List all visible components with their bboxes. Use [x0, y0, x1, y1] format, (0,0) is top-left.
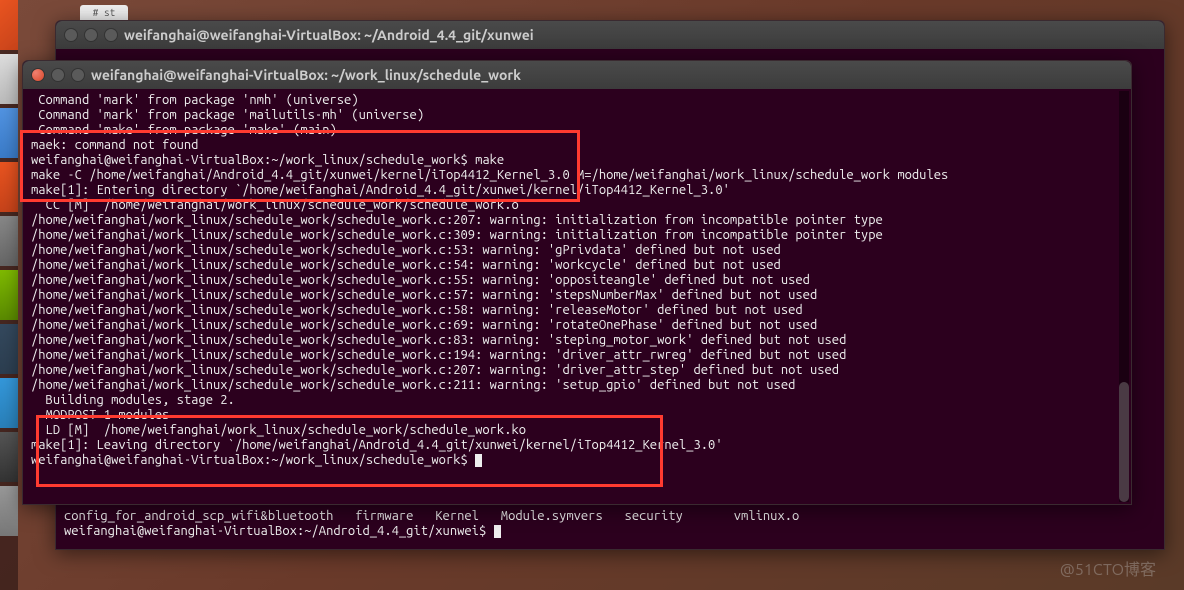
term-line: Building modules, stage 2.	[31, 393, 235, 407]
term-line: /home/weifanghai/work_linux/schedule_wor…	[31, 303, 803, 317]
term-line: /home/weifanghai/work_linux/schedule_wor…	[31, 273, 810, 287]
term-line: make[1]: Leaving directory `/home/weifan…	[31, 438, 723, 452]
terminal-content-back[interactable]: config_for_android_scp_wifi&bluetooth fi…	[64, 509, 1156, 539]
cursor-icon	[494, 525, 501, 538]
launcher-item[interactable]	[0, 432, 18, 482]
titlebar-back[interactable]: weifanghai@weifanghai-VirtualBox: ~/Andr…	[56, 21, 1164, 49]
launcher-item[interactable]	[0, 216, 18, 266]
window-title-back: weifanghai@weifanghai-VirtualBox: ~/Andr…	[124, 27, 534, 43]
launcher-item[interactable]	[0, 162, 18, 212]
minimize-icon[interactable]	[84, 28, 98, 42]
terminal-window-front[interactable]: weifanghai@weifanghai-VirtualBox: ~/work…	[22, 60, 1132, 505]
prompt-back: weifanghai@weifanghai-VirtualBox:~/Andro…	[64, 524, 494, 538]
launcher-item[interactable]	[0, 108, 18, 158]
terminal-content-front[interactable]: Command 'mark' from package 'nmh' (unive…	[23, 89, 1131, 472]
cursor-icon	[475, 454, 482, 467]
launcher-item[interactable]	[0, 54, 18, 104]
maximize-icon[interactable]	[104, 28, 118, 42]
term-line: /home/weifanghai/work_linux/schedule_wor…	[31, 258, 781, 272]
term-line: /home/weifanghai/work_linux/schedule_wor…	[31, 288, 817, 302]
term-line: /home/weifanghai/work_linux/schedule_wor…	[31, 348, 846, 362]
launcher-item[interactable]	[0, 486, 18, 536]
unity-launcher[interactable]	[0, 0, 18, 590]
close-icon[interactable]	[31, 68, 45, 82]
term-line: make[1]: Entering directory `/home/weifa…	[31, 183, 730, 197]
term-line: /home/weifanghai/work_linux/schedule_wor…	[31, 363, 839, 377]
launcher-item[interactable]	[0, 378, 18, 428]
titlebar-front[interactable]: weifanghai@weifanghai-VirtualBox: ~/work…	[23, 61, 1131, 89]
term-line: /home/weifanghai/work_linux/schedule_wor…	[31, 228, 883, 242]
term-line: CC [M] /home/weifanghai/work_linux/sched…	[31, 198, 519, 212]
maximize-icon[interactable]	[71, 68, 85, 82]
minimize-icon[interactable]	[51, 68, 65, 82]
term-line: /home/weifanghai/work_linux/schedule_wor…	[31, 333, 846, 347]
term-line: Command 'mark' from package 'mailutils-m…	[31, 108, 424, 122]
term-line: Command 'make' from package 'make' (main…	[31, 123, 337, 137]
term-line: /home/weifanghai/work_linux/schedule_wor…	[31, 318, 817, 332]
launcher-item[interactable]	[0, 324, 18, 374]
term-line: Command 'mark' from package 'nmh' (unive…	[31, 93, 359, 107]
ls-output-line: config_for_android_scp_wifi&bluetooth fi…	[64, 509, 799, 523]
term-line: make -C /home/weifanghai/Android_4.4_git…	[31, 168, 948, 182]
term-line: weifanghai@weifanghai-VirtualBox:~/work_…	[31, 153, 504, 167]
term-line: LD [M] /home/weifanghai/work_linux/sched…	[31, 423, 526, 437]
term-line: /home/weifanghai/work_linux/schedule_wor…	[31, 213, 883, 227]
launcher-item[interactable]	[0, 0, 18, 50]
term-line: /home/weifanghai/work_linux/schedule_wor…	[31, 378, 795, 392]
launcher-item[interactable]	[0, 270, 18, 320]
window-title-front: weifanghai@weifanghai-VirtualBox: ~/work…	[91, 67, 521, 83]
close-icon[interactable]	[64, 28, 78, 42]
term-line: /home/weifanghai/work_linux/schedule_wor…	[31, 243, 781, 257]
term-line: maek: command not found	[31, 138, 198, 152]
term-line: MODPOST 1 modules	[31, 408, 169, 422]
prompt-front: weifanghai@weifanghai-VirtualBox:~/work_…	[31, 453, 475, 467]
watermark: @51CTO博客	[1060, 556, 1156, 580]
